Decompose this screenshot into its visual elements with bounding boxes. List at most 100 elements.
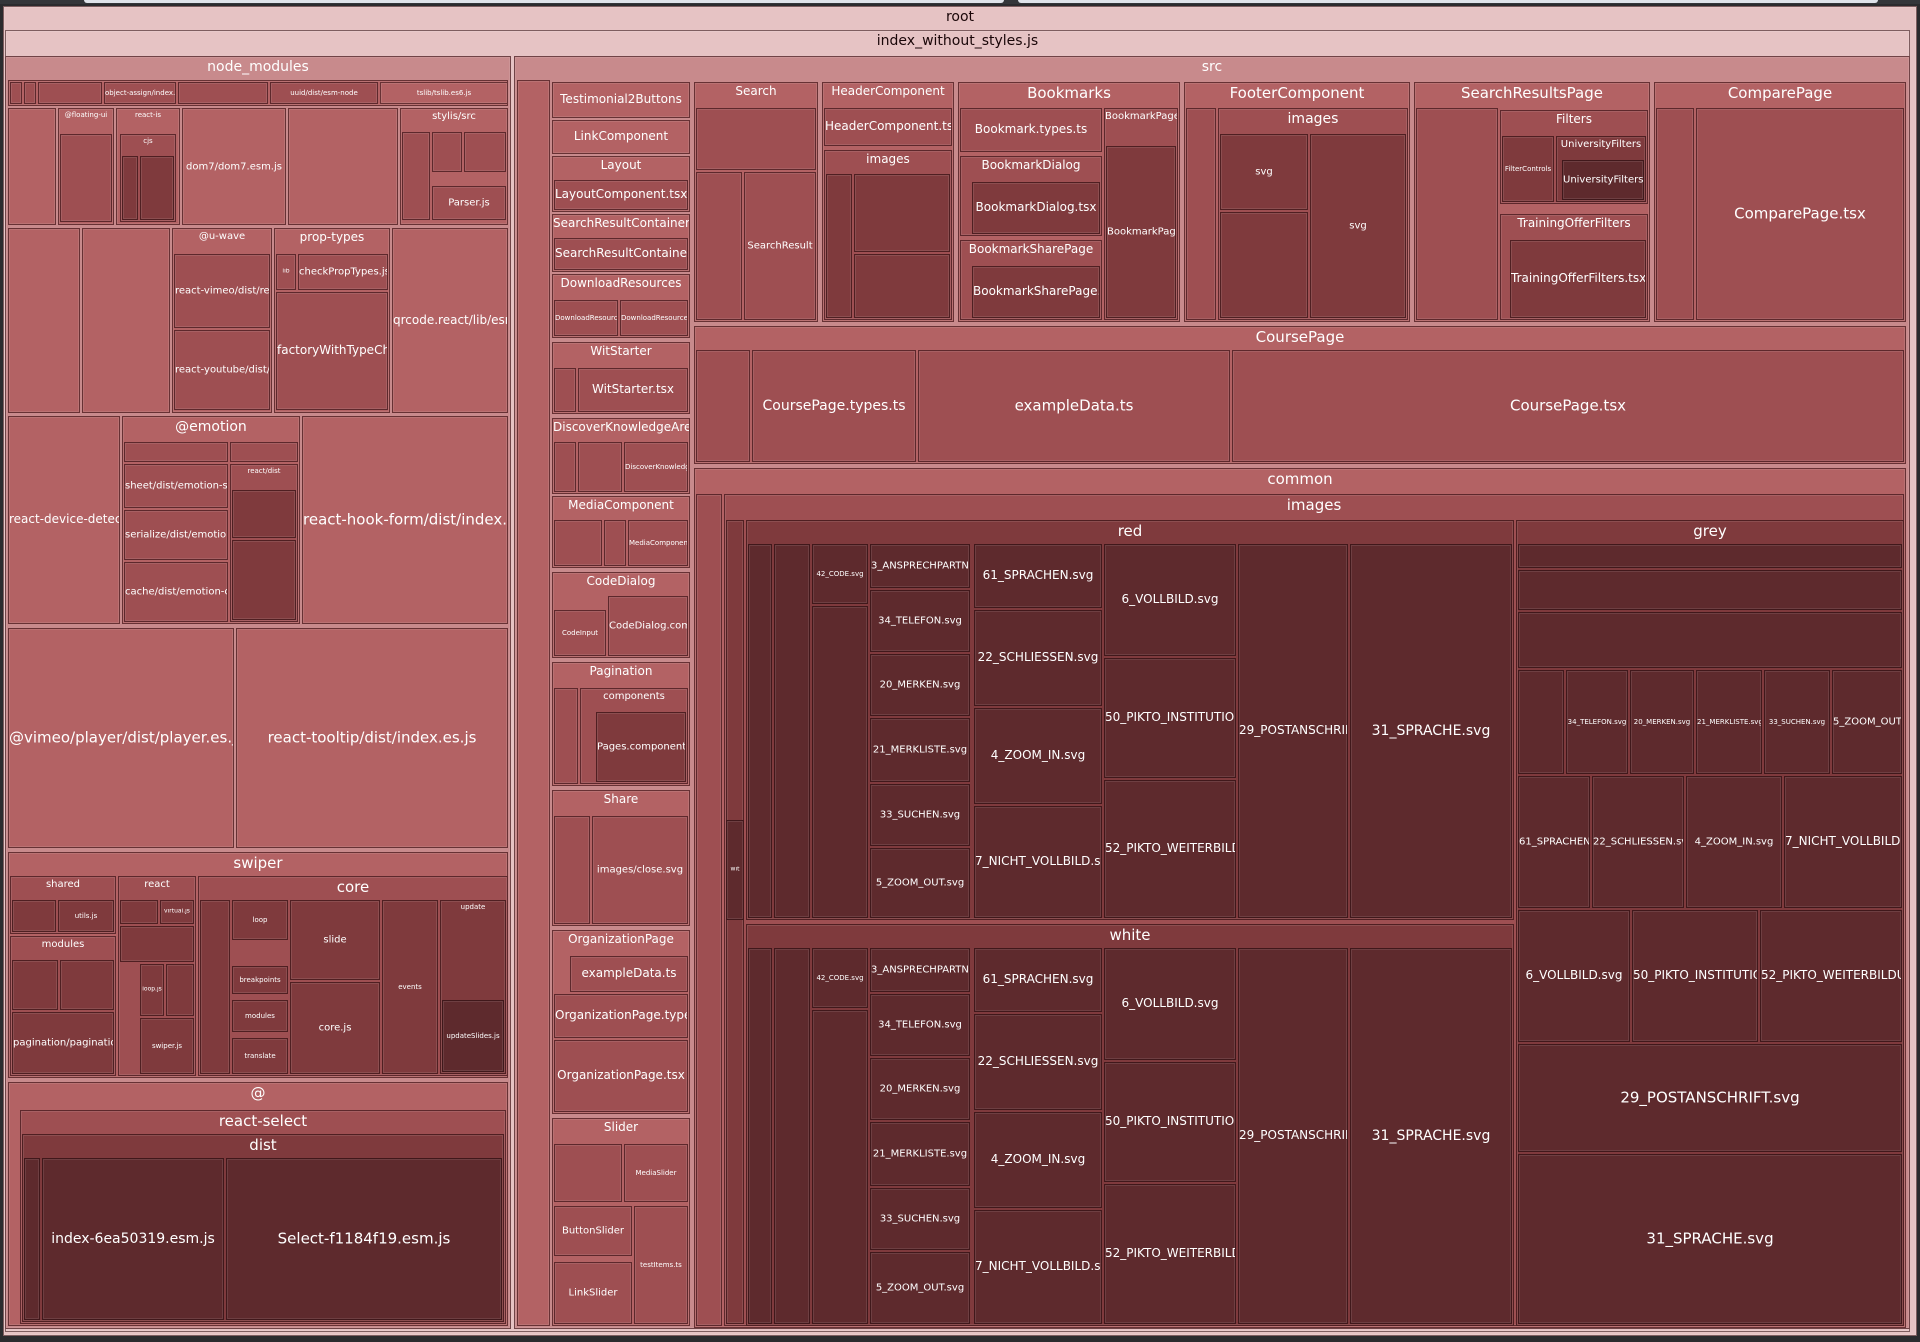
- treemap-node-srp-tof-f[interactable]: TrainingOfferFilters.tsx: [1510, 240, 1646, 318]
- treemap-node-sl-link[interactable]: LinkSlider: [554, 1262, 632, 1324]
- treemap-node-stylis-c[interactable]: [464, 132, 506, 172]
- treemap-node-cmp-f[interactable]: ComparePage.tsx: [1696, 108, 1904, 320]
- treemap-node-em-sheet[interactable]: sheet/dist/emotion-sheet.esm.js: [124, 464, 228, 508]
- treemap-node-cmp-a[interactable]: [1656, 108, 1694, 320]
- treemap-node-gr-row1[interactable]: [1518, 544, 1902, 568]
- treemap-node-sl-test[interactable]: testItems.ts: [634, 1206, 688, 1324]
- treemap-node-tb[interactable]: Testimonial2Buttons: [552, 82, 690, 118]
- treemap-node-wh-c3[interactable]: [812, 1010, 868, 1324]
- treemap-node-rhf[interactable]: react-hook-form/dist/index.esm.mjs: [302, 416, 508, 624]
- treemap-node-media-a[interactable]: [554, 520, 602, 566]
- treemap-node-red-52[interactable]: 52_PIKTO_WEITERBILDUNG1.svg: [1104, 780, 1236, 918]
- treemap-node-dk-c[interactable]: DiscoverKnowledgeAreasPage.tsx: [624, 442, 688, 492]
- treemap-node-wh-31[interactable]: 31_SPRACHE.svg: [1350, 948, 1512, 1324]
- treemap-node-wh-c1[interactable]: [748, 948, 772, 1324]
- treemap-node-sw-virtual[interactable]: virtual.js: [160, 900, 194, 924]
- treemap-node-em-a[interactable]: [124, 442, 228, 462]
- treemap-node-wh-52[interactable]: 52_PIKTO_WEITERBILDUNG1.svg: [1104, 1184, 1236, 1324]
- treemap-node-nm-t1[interactable]: [10, 82, 22, 104]
- treemap-node-pt-factory[interactable]: factoryWithTypeCheckers.js: [276, 292, 388, 410]
- treemap-node-gr-21[interactable]: 21_MERKLISTE.svg: [1696, 670, 1762, 774]
- treemap-node-course-tsx[interactable]: CoursePage.tsx: [1232, 350, 1904, 462]
- treemap-node-vimeo[interactable]: @vimeo/player/dist/player.es.js: [8, 628, 234, 848]
- treemap-node-bm-share-f[interactable]: BookmarkSharePage.tsx: [972, 266, 1100, 318]
- treemap-node-bm-dialog-f[interactable]: BookmarkDialog.tsx: [972, 182, 1100, 234]
- treemap-node-nm-r3a[interactable]: [8, 228, 80, 413]
- treemap-node-layout-c[interactable]: LayoutComponent.tsx: [554, 180, 688, 210]
- treemap-node-red-c2[interactable]: [774, 544, 810, 918]
- treemap-node-em-react-a[interactable]: [232, 490, 296, 538]
- treemap-node-sw-translate[interactable]: translate: [232, 1038, 288, 1074]
- treemap-node-media-c[interactable]: MediaComponent.tsx: [628, 520, 688, 566]
- treemap-node-gr-row3[interactable]: [1518, 612, 1902, 668]
- treemap-node-stylis-a[interactable]: [402, 132, 430, 220]
- treemap-node-header-img-c[interactable]: [854, 254, 950, 318]
- treemap-node-wh-20[interactable]: 20_MERKEN.svg: [870, 1058, 970, 1120]
- treemap-node-dl-b[interactable]: DownloadResources.types.ts: [620, 300, 688, 336]
- treemap-node-lc[interactable]: LinkComponent: [552, 120, 690, 154]
- treemap-node-nm-r2a[interactable]: [8, 108, 56, 225]
- treemap-node-wh-c2[interactable]: [774, 948, 810, 1324]
- treemap-node-wh-42[interactable]: 42_CODE.svg: [812, 948, 868, 1008]
- treemap-node-sw-loop[interactable]: loop.js: [140, 964, 164, 1016]
- treemap-node-em-react-b[interactable]: [232, 540, 296, 620]
- treemap-node-wh-3[interactable]: 3_ANSPRECHPARTNER.svg: [870, 948, 970, 992]
- treemap-node-header-img-a[interactable]: [826, 174, 852, 318]
- treemap-node-search-a[interactable]: [696, 108, 816, 170]
- treemap-node-search-res[interactable]: SearchResult: [744, 172, 816, 320]
- treemap-node-wh-61[interactable]: 61_SPRACHEN.svg: [974, 948, 1102, 1012]
- treemap-node-nm-r3b[interactable]: [82, 228, 170, 413]
- treemap-node-red-61[interactable]: 61_SPRACHEN.svg: [974, 544, 1102, 608]
- treemap-node-pag-pages[interactable]: Pages.component.tsx: [596, 712, 686, 782]
- treemap-node-red-6[interactable]: 6_VOLLBILD.svg: [1104, 544, 1236, 656]
- treemap-node-red-33[interactable]: 33_SUCHEN.svg: [870, 784, 970, 846]
- treemap-node-sw-mods[interactable]: modules: [232, 1000, 288, 1032]
- treemap-node-red-34[interactable]: 34_TELEFON.svg: [870, 590, 970, 652]
- treemap-node-gr-row2[interactable]: [1518, 570, 1902, 610]
- treemap-node-srp-uf-f[interactable]: UniversityFilters.tsx: [1562, 160, 1644, 200]
- treemap-node-red-22[interactable]: 22_SCHLIESSEN.svg: [974, 610, 1102, 706]
- treemap-node-red-c1[interactable]: [748, 544, 772, 918]
- treemap-node-stylis-b[interactable]: [432, 132, 462, 172]
- treemap-node-floating-in[interactable]: [60, 134, 112, 222]
- treemap-node-dk-b[interactable]: [578, 442, 622, 492]
- treemap-node-sw-mod-a[interactable]: [12, 960, 58, 1010]
- treemap-node-bm-page-f[interactable]: BookmarkPage.tsx: [1106, 146, 1176, 318]
- treemap-node-gr-4[interactable]: 4_ZOOM_IN.svg: [1686, 776, 1782, 908]
- treemap-node-sw-mod-b[interactable]: [60, 960, 114, 1010]
- tab-strip-right[interactable]: [1018, 0, 1878, 3]
- treemap-node-rdd[interactable]: react-device-detect/dist/lib.js: [8, 416, 120, 624]
- treemap-node-gr-r4a[interactable]: [1518, 670, 1564, 774]
- treemap-node-sw-pag[interactable]: pagination/pagination.js: [12, 1012, 114, 1074]
- treemap-node-cjs-b[interactable]: [140, 156, 174, 220]
- treemap-node-wh-50[interactable]: 50_PIKTO_INSTITUTION1.svg: [1104, 1062, 1236, 1182]
- treemap-node-em-b[interactable]: [230, 442, 298, 462]
- treemap-node-sw-swiperjs[interactable]: swiper.js: [140, 1018, 194, 1074]
- treemap-node-org-ex[interactable]: exampleData.ts: [570, 956, 688, 992]
- treemap-node-rs-select[interactable]: Select-f1184f19.esm.js: [226, 1158, 502, 1320]
- treemap-node-gr-29[interactable]: 29_POSTANSCHRIFT.svg: [1518, 1044, 1902, 1152]
- treemap-node-uwave-b[interactable]: react-youtube/dist/react-youtube.es.js: [174, 330, 270, 410]
- treemap-node-rs-strip[interactable]: [24, 1158, 40, 1320]
- treemap-node-wit-b[interactable]: WitStarter.tsx: [578, 368, 688, 412]
- treemap-node-gr-7[interactable]: 7_NICHT_VOLLBILD.svg: [1784, 776, 1902, 908]
- treemap-node-org-types[interactable]: OrganizationPage.types.ts: [554, 994, 688, 1038]
- treemap-node-sw-c-col[interactable]: [200, 900, 230, 1074]
- treemap-node-nm-t2[interactable]: [24, 82, 36, 104]
- treemap-node-gr-31[interactable]: 31_SPRACHE.svg: [1518, 1154, 1902, 1324]
- treemap-node-gr-20[interactable]: 20_MERKEN.svg: [1630, 670, 1694, 774]
- treemap-node-red-4[interactable]: 4_ZOOM_IN.svg: [974, 708, 1102, 804]
- treemap-node-gr-50[interactable]: 50_PIKTO_INSTITUTION1.svg: [1632, 910, 1758, 1042]
- treemap-node-qrcode[interactable]: qrcode.react/lib/esm/index.js: [392, 228, 508, 413]
- treemap-node-cjs-a[interactable]: [122, 156, 138, 220]
- treemap-node-uwave-a[interactable]: react-vimeo/dist/react-vimeo.es.js: [174, 254, 270, 328]
- treemap-node-gr-6[interactable]: 6_VOLLBILD.svg: [1518, 910, 1630, 1042]
- treemap-node-red-50[interactable]: 50_PIKTO_INSTITUTION1.svg: [1104, 658, 1236, 778]
- treemap-node-search-b[interactable]: [696, 172, 742, 320]
- treemap-node-sl-media[interactable]: MediaSlider: [624, 1144, 688, 1202]
- treemap-node-header-img-b[interactable]: [854, 174, 950, 252]
- treemap-node-ft-svg2[interactable]: [1220, 212, 1308, 318]
- treemap-node-wit-a[interactable]: [554, 368, 576, 412]
- treemap-node-src-cont-f[interactable]: SearchResultContainer.tsx: [554, 238, 688, 270]
- treemap-node-em-ser[interactable]: serialize/dist/emotion-serialize.esm.js: [124, 510, 228, 560]
